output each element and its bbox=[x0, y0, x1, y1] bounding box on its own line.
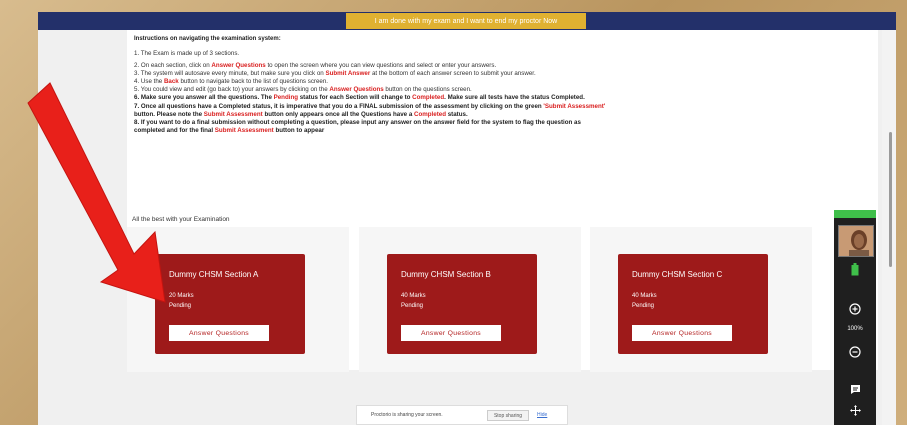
section-cards: Dummy CHSM Section A 20 Marks Pending An… bbox=[127, 227, 878, 372]
instruction-text: status. bbox=[446, 110, 468, 118]
end-proctor-button[interactable]: I am done with my exam and I want to end… bbox=[346, 13, 586, 29]
section-card: Dummy CHSM Section C 40 Marks Pending An… bbox=[618, 254, 768, 354]
answer-questions-button[interactable]: Answer Questions bbox=[632, 325, 732, 341]
highlighted-term: Completed bbox=[412, 94, 445, 102]
instruction-text: 8. If you want to do a final submission … bbox=[134, 118, 581, 126]
instruction-item: button. Please note the Submit Assessmen… bbox=[134, 111, 874, 119]
instruction-text: button. Please note the bbox=[134, 110, 204, 118]
stop-sharing-button[interactable]: Stop sharing bbox=[487, 410, 529, 421]
zoom-level: 100% bbox=[847, 326, 863, 332]
instruction-item: 2. On each section, click on Answer Ques… bbox=[134, 62, 874, 70]
instructions-list: 1. The Exam is made up of 3 sections. 2. … bbox=[134, 50, 874, 135]
highlighted-term: Answer Questions bbox=[329, 86, 384, 94]
instruction-text: button to appear bbox=[273, 126, 325, 134]
section-column-c: Dummy CHSM Section C 40 Marks Pending An… bbox=[590, 227, 812, 372]
highlighted-term: Answer Questions bbox=[211, 62, 266, 70]
webcam-image-icon bbox=[839, 226, 873, 256]
zoom-in-icon[interactable] bbox=[834, 303, 876, 317]
section-title: Dummy CHSM Section B bbox=[401, 270, 491, 279]
hide-link[interactable]: Hide bbox=[537, 412, 547, 418]
section-marks: 20 Marks bbox=[169, 293, 194, 299]
instruction-text: 1. The Exam is made up of 3 sections. bbox=[134, 50, 240, 57]
section-column-a: Dummy CHSM Section A 20 Marks Pending An… bbox=[127, 227, 349, 372]
answer-questions-button[interactable]: Answer Questions bbox=[169, 325, 269, 341]
battery-icon bbox=[834, 263, 876, 278]
instruction-text: 6. Make sure you answer all the question… bbox=[134, 94, 274, 102]
highlighted-term: Submit Assessment bbox=[214, 126, 274, 134]
instruction-text: button to navigate back to the list of q… bbox=[178, 78, 329, 86]
instruction-text: 7. Once all questions have a Completed s… bbox=[134, 102, 544, 110]
section-status: Pending bbox=[401, 303, 424, 309]
browser-screen: I am done with my exam and I want to end… bbox=[38, 12, 896, 425]
section-status: Pending bbox=[632, 303, 655, 309]
answer-questions-button[interactable]: Answer Questions bbox=[401, 325, 501, 341]
instruction-text: button only appears once all the Questio… bbox=[262, 110, 415, 118]
instruction-item: 3. The system will autosave every minute… bbox=[134, 70, 874, 78]
instruction-item: 1. The Exam is made up of 3 sections. bbox=[134, 50, 874, 58]
section-marks: 40 Marks bbox=[632, 293, 657, 299]
instruction-text: button on the questions screen. bbox=[383, 86, 472, 94]
top-bar: I am done with my exam and I want to end… bbox=[38, 12, 896, 30]
panel-drag-handle[interactable] bbox=[834, 210, 876, 218]
scrollbar-thumb[interactable] bbox=[889, 132, 892, 267]
screen-share-message: Proctorio is sharing your screen. bbox=[371, 412, 443, 418]
highlighted-term: Completed bbox=[414, 110, 446, 118]
instruction-item: completed and for the final Submit Asses… bbox=[134, 127, 874, 135]
highlighted-term: Submit Assessment bbox=[203, 110, 263, 118]
section-marks: 40 Marks bbox=[401, 293, 426, 299]
instructions-title: Instructions on navigating the examinati… bbox=[134, 36, 281, 42]
instruction-item: 4. Use the Back button to navigate back … bbox=[134, 78, 874, 86]
instruction-text: . Make sure all tests have the status Co… bbox=[444, 94, 585, 102]
section-column-b: Dummy CHSM Section B 40 Marks Pending An… bbox=[359, 227, 581, 372]
highlighted-term: 'Submit Assessment' bbox=[543, 102, 606, 110]
section-card: Dummy CHSM Section B 40 Marks Pending An… bbox=[387, 254, 537, 354]
exam-content: Instructions on navigating the examinati… bbox=[127, 30, 878, 372]
section-card: Dummy CHSM Section A 20 Marks Pending An… bbox=[155, 254, 305, 354]
instruction-item: 7. Once all questions have a Completed s… bbox=[134, 103, 874, 111]
section-status: Pending bbox=[169, 303, 192, 309]
highlighted-term: Back bbox=[163, 78, 179, 86]
instruction-text: to open the screen where you can view qu… bbox=[265, 62, 497, 70]
instruction-text: 5. You could view and edit (go back to) … bbox=[134, 86, 330, 94]
move-icon[interactable] bbox=[834, 405, 876, 418]
highlighted-term: Submit Answer bbox=[325, 70, 371, 78]
instruction-item: 5. You could view and edit (go back to) … bbox=[134, 86, 874, 94]
screen-share-bar: Proctorio is sharing your screen. Stop s… bbox=[356, 405, 568, 425]
instruction-text: 3. The system will autosave every minute… bbox=[134, 70, 326, 78]
section-title: Dummy CHSM Section C bbox=[632, 270, 723, 279]
instruction-text: at the bottom of each answer screen to s… bbox=[370, 70, 536, 78]
chat-icon[interactable] bbox=[834, 384, 876, 397]
instruction-item: 8. If you want to do a final submission … bbox=[134, 119, 874, 127]
instruction-item: 6. Make sure you answer all the question… bbox=[134, 94, 874, 102]
highlighted-term: Pending bbox=[273, 94, 299, 102]
webcam-preview bbox=[838, 225, 874, 257]
zoom-out-icon[interactable] bbox=[834, 346, 876, 360]
instruction-text: 2. On each section, click on bbox=[134, 62, 212, 70]
proctor-side-panel: 100% bbox=[834, 210, 876, 425]
instruction-text: status for each Section will change to bbox=[298, 94, 413, 102]
section-title: Dummy CHSM Section A bbox=[169, 270, 259, 279]
instruction-text: completed and for the final bbox=[134, 126, 215, 134]
best-wishes-text: All the best with your Examination bbox=[132, 216, 230, 223]
instruction-text: 4. Use the bbox=[134, 78, 164, 86]
